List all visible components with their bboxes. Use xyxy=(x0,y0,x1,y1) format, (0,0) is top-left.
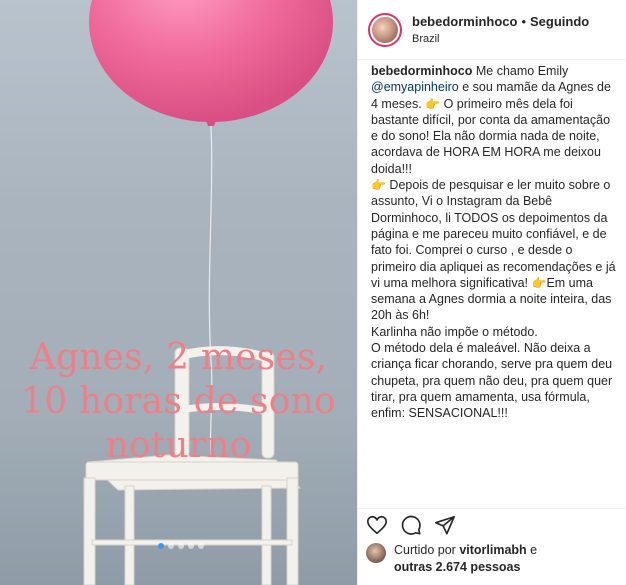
balloon-knot xyxy=(205,118,217,126)
pointing-hand-icon: 👉 xyxy=(371,178,386,193)
overlay-line-2: 10 horas de sono xyxy=(21,381,336,422)
post-image[interactable]: Agnes, 2 meses, 10 horas de sono noturno xyxy=(0,0,357,585)
caption-text: Depois de pesquisar e ler muito sobre o … xyxy=(371,178,616,290)
caption-username[interactable]: bebedorminhoco xyxy=(371,64,472,78)
overlay-line-1: Agnes, 2 meses, xyxy=(29,337,328,378)
post-sidebar: bebedorminhoco • Seguindo Brazil bebedor… xyxy=(357,0,626,585)
carousel-dot xyxy=(168,543,174,549)
overlay-line-3: noturno xyxy=(105,425,252,466)
post-header: bebedorminhoco • Seguindo Brazil xyxy=(358,0,626,60)
likes-prefix: Curtido por xyxy=(394,543,460,557)
pointing-hand-icon: 👉 xyxy=(425,96,441,111)
carousel-dot xyxy=(198,543,204,549)
post-illustration xyxy=(83,0,333,585)
heart-icon[interactable] xyxy=(366,514,388,536)
comment-icon[interactable] xyxy=(400,514,422,536)
avatar[interactable] xyxy=(368,12,402,47)
separator: • xyxy=(521,14,527,29)
mention-link[interactable]: @emyapinheiro xyxy=(371,80,459,94)
share-icon[interactable] xyxy=(434,514,456,536)
balloon xyxy=(89,0,333,122)
action-bar xyxy=(358,508,626,540)
liker-avatar[interactable] xyxy=(366,543,386,563)
pointing-hand-icon: 👉 xyxy=(531,275,547,290)
caption-text: Me chamo Emily xyxy=(472,64,569,78)
carousel-indicator xyxy=(158,543,204,549)
likes-middle: e xyxy=(526,543,538,557)
username-link[interactable]: bebedorminhoco xyxy=(412,14,517,29)
likes-summary: Curtido por vitorlimabh e outras 2.674 p… xyxy=(358,542,626,576)
liker-username[interactable]: vitorlimabh xyxy=(459,543,526,557)
carousel-dot xyxy=(188,543,194,549)
carousel-dot xyxy=(158,543,164,549)
location-link[interactable]: Brazil xyxy=(412,33,589,45)
following-button[interactable]: Seguindo xyxy=(530,14,589,29)
likes-count-link[interactable]: outras 2.674 pessoas xyxy=(394,560,520,574)
post-caption: bebedorminhoco Me chamo Emily @emyapinhe… xyxy=(371,63,619,422)
carousel-dot xyxy=(178,543,184,549)
caption-text: Karlinha não impõe o método. xyxy=(371,324,538,339)
caption-text: O método dela é maleável. Não deixa a cr… xyxy=(371,341,613,421)
